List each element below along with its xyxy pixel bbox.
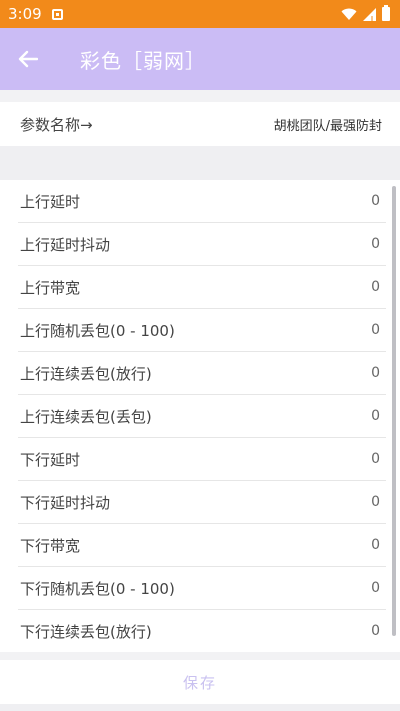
save-button[interactable]: 保存 xyxy=(177,671,223,694)
setting-label: 上行延时 xyxy=(20,192,81,211)
setting-value: 0 xyxy=(371,193,380,209)
setting-value: 0 xyxy=(371,408,380,424)
setting-row[interactable]: 下行延时 0 xyxy=(18,438,386,481)
setting-row[interactable]: 上行延时抖动 0 xyxy=(18,223,386,266)
setting-label: 上行延时抖动 xyxy=(20,235,111,254)
setting-label: 上行带宽 xyxy=(20,278,81,297)
section-divider xyxy=(0,90,400,102)
arrow-left-icon xyxy=(18,50,38,68)
scrollbar[interactable] xyxy=(392,186,396,636)
setting-label: 下行连续丢包(放行) xyxy=(20,622,152,641)
status-right xyxy=(341,5,390,21)
battery-icon xyxy=(382,5,390,21)
settings-list[interactable]: 上行延时 0 上行延时抖动 0 上行带宽 0 上行随机丢包(0 - 100) 0… xyxy=(0,180,400,652)
setting-row[interactable]: 上行连续丢包(放行) 0 xyxy=(18,352,386,395)
setting-row[interactable]: 上行连续丢包(丢包) 0 xyxy=(18,395,386,438)
setting-row[interactable]: 下行连续丢包(放行) 0 xyxy=(18,610,386,652)
notification-icon xyxy=(51,8,63,20)
setting-row[interactable]: 上行延时 0 xyxy=(18,180,386,223)
setting-row[interactable]: 下行随机丢包(0 - 100) 0 xyxy=(18,567,386,610)
setting-value: 0 xyxy=(371,279,380,295)
setting-value: 0 xyxy=(371,365,380,381)
status-bar: 3:09 xyxy=(0,0,400,28)
param-value: 胡桃团队/最强防封 xyxy=(273,118,382,134)
setting-value: 0 xyxy=(371,537,380,553)
setting-row[interactable]: 上行带宽 0 xyxy=(18,266,386,309)
status-time: 3:09 xyxy=(8,5,42,23)
setting-row[interactable]: 下行带宽 0 xyxy=(18,524,386,567)
param-label: 参数名称→ xyxy=(20,115,93,134)
bottom-strip xyxy=(0,704,400,711)
setting-value: 0 xyxy=(371,494,380,510)
signal-icon xyxy=(363,7,376,21)
setting-value: 0 xyxy=(371,236,380,252)
app-bar: 彩色［弱网］ xyxy=(0,28,400,90)
setting-label: 下行随机丢包(0 - 100) xyxy=(20,579,175,598)
section-divider xyxy=(0,652,400,660)
setting-row[interactable]: 下行延时抖动 0 xyxy=(18,481,386,524)
setting-label: 下行延时抖动 xyxy=(20,493,111,512)
section-divider xyxy=(0,146,400,180)
page-title: 彩色［弱网］ xyxy=(80,48,206,73)
setting-label: 上行连续丢包(丢包) xyxy=(20,407,152,426)
wifi-icon xyxy=(341,8,357,21)
param-name-row[interactable]: 参数名称→ 胡桃团队/最强防封 xyxy=(0,102,400,146)
footer-bar: 保存 xyxy=(0,660,400,704)
setting-value: 0 xyxy=(371,580,380,596)
setting-value: 0 xyxy=(371,322,380,338)
setting-label: 上行连续丢包(放行) xyxy=(20,364,152,383)
setting-label: 上行随机丢包(0 - 100) xyxy=(20,321,175,340)
setting-row[interactable]: 上行随机丢包(0 - 100) 0 xyxy=(18,309,386,352)
setting-label: 下行延时 xyxy=(20,450,81,469)
setting-label: 下行带宽 xyxy=(20,536,81,555)
setting-value: 0 xyxy=(371,623,380,639)
status-left: 3:09 xyxy=(8,5,63,23)
setting-value: 0 xyxy=(371,451,380,467)
back-button[interactable] xyxy=(0,28,56,90)
